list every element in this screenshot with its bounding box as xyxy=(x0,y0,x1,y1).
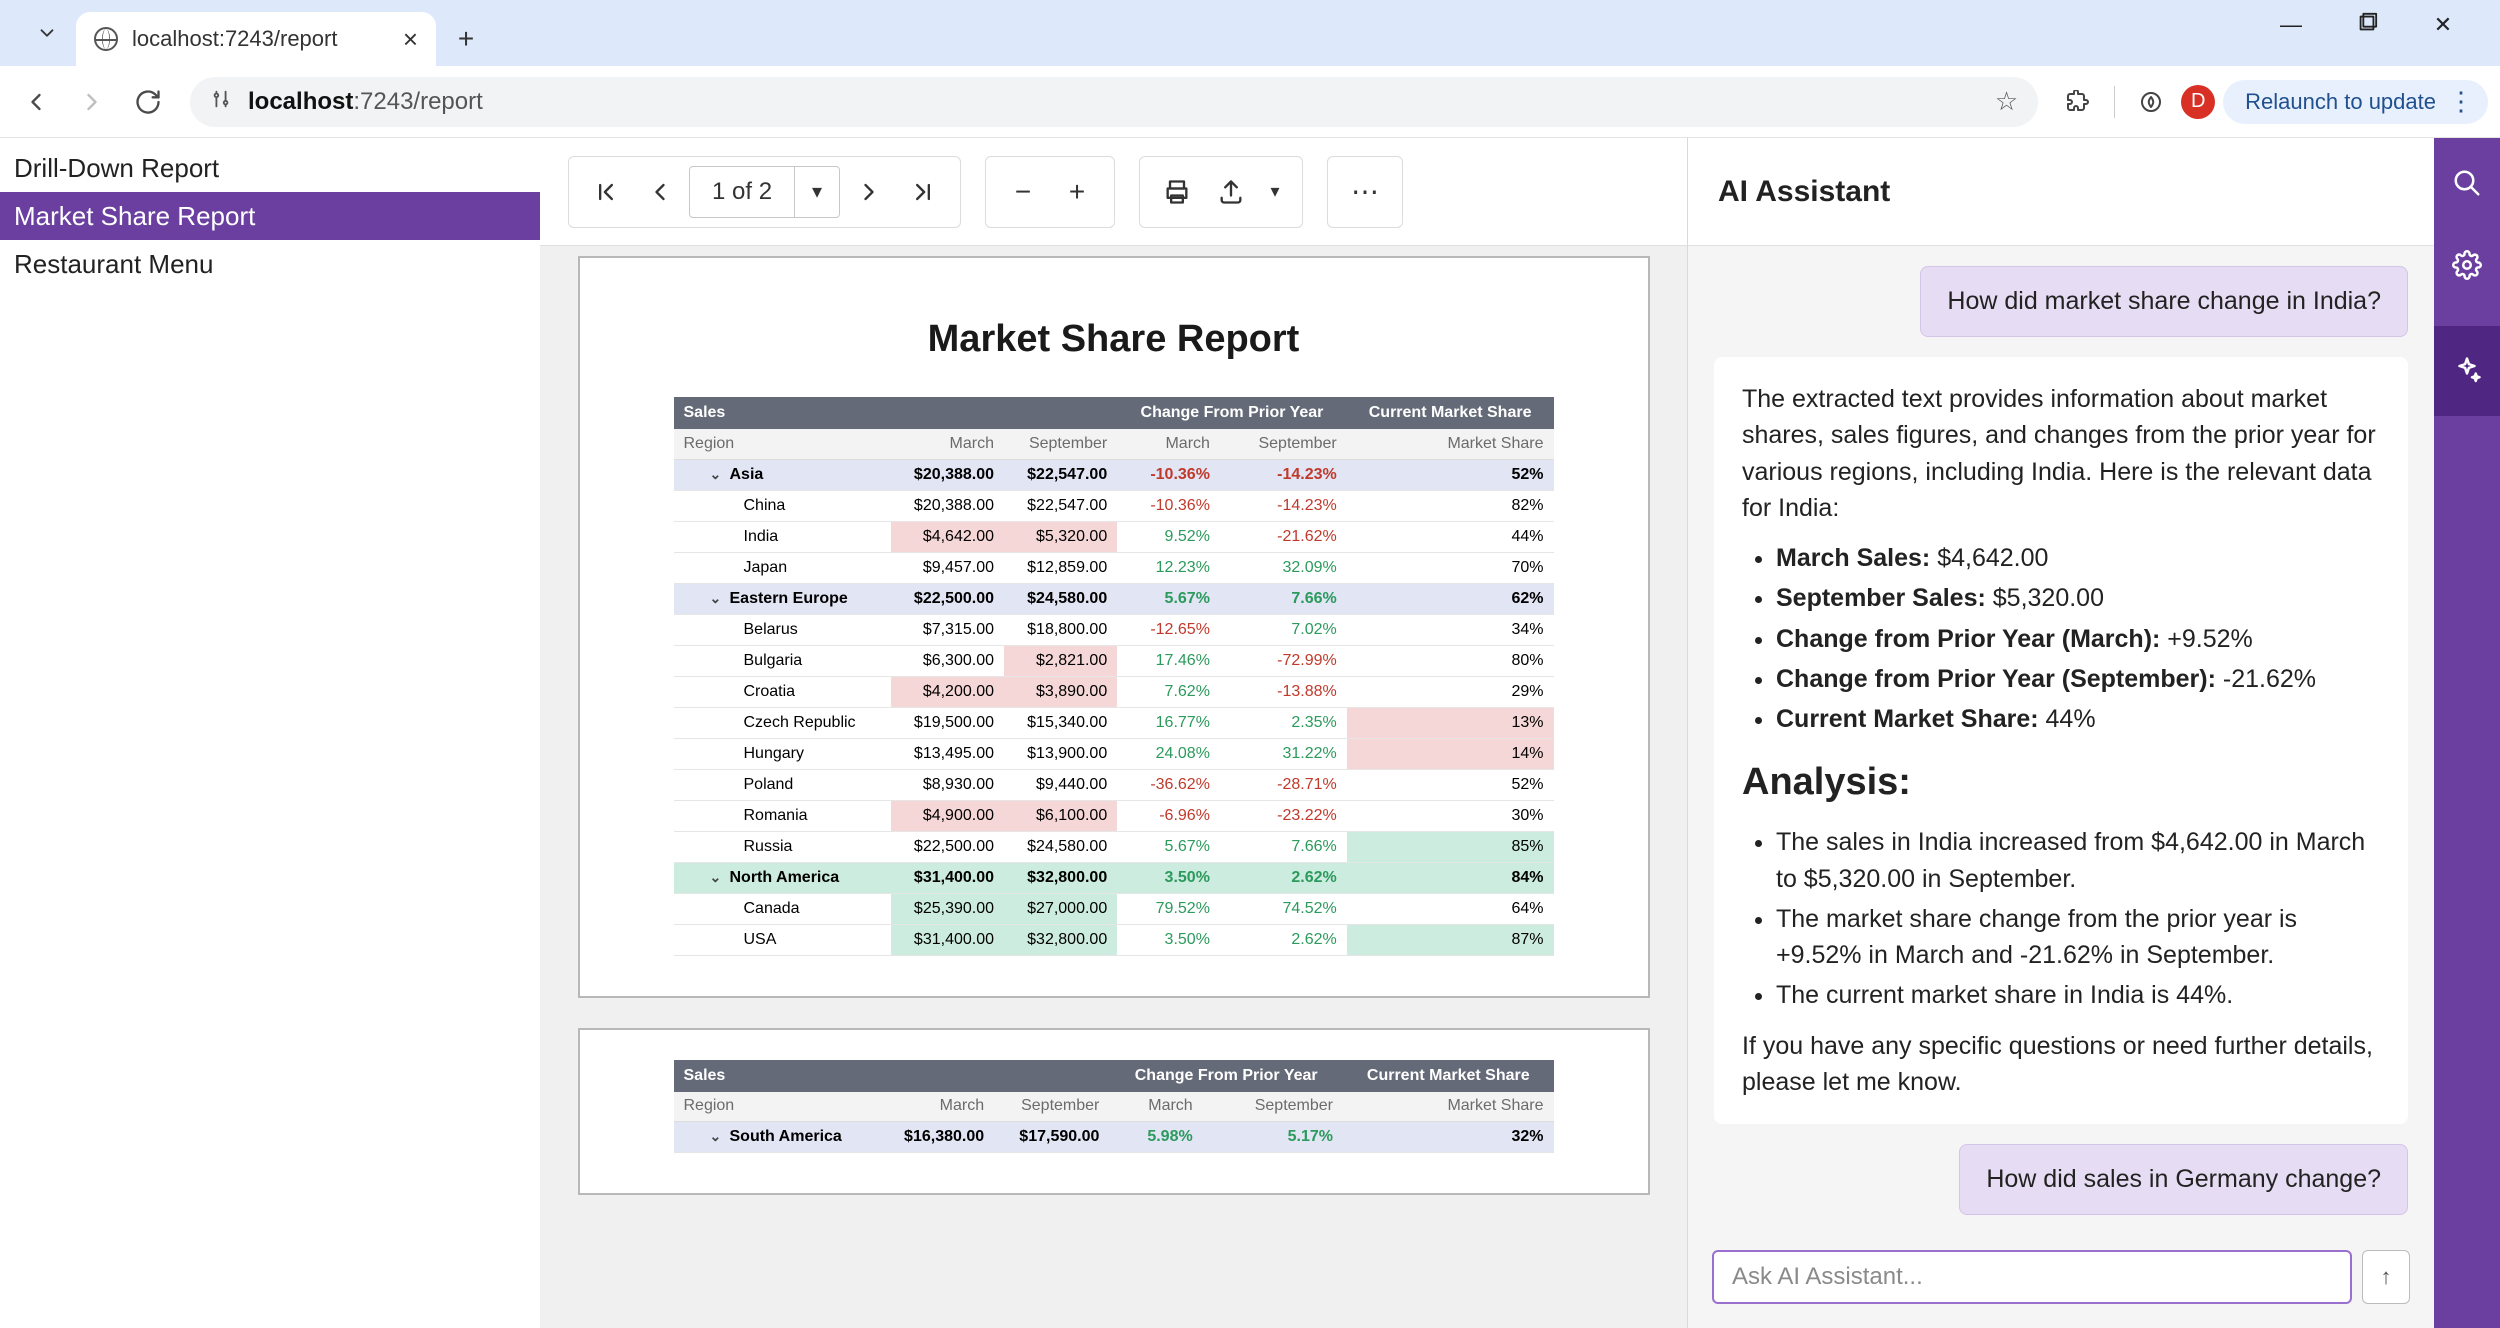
first-page-button[interactable] xyxy=(581,167,631,217)
table-row: Hungary$13,495.00$13,900.0024.08%31.22%1… xyxy=(674,738,1554,769)
ai-assistant-panel: AI Assistant How did market share change… xyxy=(1688,138,2434,1328)
expand-icon[interactable]: ⌄ xyxy=(710,466,724,483)
col-march-change: March xyxy=(1117,429,1220,459)
table-row: China$20,388.00$22,547.00-10.36%-14.23%8… xyxy=(674,490,1554,521)
ai-input-field[interactable] xyxy=(1712,1250,2352,1304)
window-minimize-button[interactable]: — xyxy=(2278,12,2304,40)
report-table: Sales Change From Prior Year Current Mar… xyxy=(674,397,1554,956)
window-close-button[interactable]: ✕ xyxy=(2430,12,2456,40)
table-region-row: ⌄Asia$20,388.00$22,547.00-10.36%-14.23%5… xyxy=(674,459,1554,490)
ai-input-row: ↑ xyxy=(1688,1234,2434,1328)
prev-page-button[interactable] xyxy=(635,167,685,217)
table-row: Bulgaria$6,300.00$2,821.0017.46%-72.99%8… xyxy=(674,645,1554,676)
table-row: Croatia$4,200.00$3,890.007.62%-13.88%29% xyxy=(674,676,1554,707)
zoom-in-button[interactable]: + xyxy=(1052,167,1102,217)
table-row: Poland$8,930.00$9,440.00-36.62%-28.71%52… xyxy=(674,769,1554,800)
print-button[interactable] xyxy=(1152,167,1202,217)
toolbar-separator xyxy=(2114,86,2115,118)
tab-search-dropdown[interactable] xyxy=(28,14,66,52)
relaunch-label: Relaunch to update xyxy=(2245,89,2436,115)
right-rail xyxy=(2434,138,2500,1328)
col-september: September xyxy=(1004,429,1117,459)
report-toolbar: 1 of 2 ▾ − + ▾ ⋯ xyxy=(540,138,1687,246)
table-row: Czech Republic$19,500.00$15,340.0016.77%… xyxy=(674,707,1554,738)
expand-icon[interactable]: ⌄ xyxy=(710,590,724,607)
table-row: Russia$22,500.00$24,580.005.67%7.66%85% xyxy=(674,831,1554,862)
next-page-button[interactable] xyxy=(844,167,894,217)
ai-user-message: How did market share change in India? xyxy=(1920,266,2408,337)
ai-user-message: How did sales in Germany change? xyxy=(1959,1144,2408,1215)
new-tab-button[interactable]: + xyxy=(446,19,486,59)
table-row: India$4,642.00$5,320.009.52%-21.62%44% xyxy=(674,521,1554,552)
sidebar-item-drilldown[interactable]: Drill-Down Report xyxy=(0,144,540,192)
table-row: Romania$4,900.00$6,100.00-6.96%-23.22%30… xyxy=(674,800,1554,831)
report-table-p2: Sales Change From Prior Year Current Mar… xyxy=(674,1060,1554,1154)
col-september-change: September xyxy=(1220,429,1347,459)
col-market-share: Market Share xyxy=(1347,429,1554,459)
rail-search-icon[interactable] xyxy=(2446,162,2488,204)
ai-assistant-message: The extracted text provides information … xyxy=(1714,357,2408,1124)
col-group-current: Current Market Share xyxy=(1347,397,1554,429)
nav-back-button[interactable] xyxy=(12,78,60,126)
col-march: March xyxy=(891,429,1004,459)
url-text: localhost:7243/report xyxy=(248,88,483,116)
table-row: Japan$9,457.00$12,859.0012.23%32.09%70% xyxy=(674,552,1554,583)
browser-toolbar: localhost:7243/report ☆ D Relaunch to up… xyxy=(0,66,2500,138)
reading-list-icon[interactable] xyxy=(2129,80,2173,124)
col-group-sales: Sales xyxy=(674,397,1118,429)
sidebar-item-market-share[interactable]: Market Share Report xyxy=(0,192,540,240)
ai-send-button[interactable]: ↑ xyxy=(2362,1250,2410,1304)
export-group: ▾ xyxy=(1139,156,1303,228)
table-region-row: ⌄South America$16,380.00$17,590.005.98%5… xyxy=(674,1122,1554,1153)
more-group: ⋯ xyxy=(1327,156,1403,228)
table-row: USA$31,400.00$32,800.003.50%2.62%87% xyxy=(674,924,1554,955)
table-row: Belarus$7,315.00$18,800.00-12.65%7.02%34… xyxy=(674,614,1554,645)
bookmark-star-icon[interactable]: ☆ xyxy=(1995,86,2018,117)
ai-panel-title: AI Assistant xyxy=(1688,138,2434,246)
address-bar[interactable]: localhost:7243/report ☆ xyxy=(190,77,2038,127)
page-selector[interactable]: 1 of 2 ▾ xyxy=(689,166,840,218)
pagination-group: 1 of 2 ▾ xyxy=(568,156,961,228)
col-region: Region xyxy=(674,429,891,459)
last-page-button[interactable] xyxy=(898,167,948,217)
site-settings-icon[interactable] xyxy=(210,88,232,116)
table-region-row: ⌄North America$31,400.00$32,800.003.50%2… xyxy=(674,862,1554,893)
expand-icon[interactable]: ⌄ xyxy=(710,1128,724,1145)
window-maximize-button[interactable] xyxy=(2354,12,2380,40)
table-row: Canada$25,390.00$27,000.0079.52%74.52%64… xyxy=(674,893,1554,924)
sidebar-item-restaurant-menu[interactable]: Restaurant Menu xyxy=(0,240,540,288)
nav-reload-button[interactable] xyxy=(124,78,172,126)
export-dropdown-caret[interactable]: ▾ xyxy=(1260,167,1290,217)
table-region-row: ⌄Eastern Europe$22,500.00$24,580.005.67%… xyxy=(674,583,1554,614)
col-group-change: Change From Prior Year xyxy=(1117,397,1347,429)
report-viewer: 1 of 2 ▾ − + ▾ ⋯ xyxy=(540,138,1688,1328)
more-icon: ⋮ xyxy=(2448,86,2472,117)
more-actions-button[interactable]: ⋯ xyxy=(1340,167,1390,217)
ai-conversation[interactable]: How did market share change in India? Th… xyxy=(1688,246,2434,1234)
report-canvas[interactable]: Market Share Report Sales Change From Pr… xyxy=(540,246,1687,1328)
zoom-out-button[interactable]: − xyxy=(998,167,1048,217)
report-sidebar: Drill-Down Report Market Share Report Re… xyxy=(0,138,540,1328)
rail-ai-sparkle-icon[interactable] xyxy=(2434,326,2500,416)
tab-title: localhost:7243/report xyxy=(132,26,389,52)
zoom-group: − + xyxy=(985,156,1115,228)
report-page-2: Sales Change From Prior Year Current Mar… xyxy=(578,1028,1650,1196)
report-title: Market Share Report xyxy=(616,318,1612,361)
globe-icon xyxy=(94,27,118,51)
expand-icon[interactable]: ⌄ xyxy=(710,869,724,886)
relaunch-update-button[interactable]: Relaunch to update ⋮ xyxy=(2223,80,2488,124)
export-button[interactable] xyxy=(1206,167,1256,217)
report-page-1: Market Share Report Sales Change From Pr… xyxy=(578,256,1650,998)
extensions-icon[interactable] xyxy=(2056,80,2100,124)
rail-settings-icon[interactable] xyxy=(2446,244,2488,286)
nav-forward-button[interactable] xyxy=(68,78,116,126)
profile-avatar[interactable]: D xyxy=(2181,85,2215,119)
browser-titlebar: localhost:7243/report × + — ✕ xyxy=(0,0,2500,66)
tab-close-button[interactable]: × xyxy=(403,24,418,55)
browser-tab[interactable]: localhost:7243/report × xyxy=(76,12,436,66)
page-indicator: 1 of 2 xyxy=(690,178,794,206)
page-dropdown-caret[interactable]: ▾ xyxy=(794,167,839,217)
